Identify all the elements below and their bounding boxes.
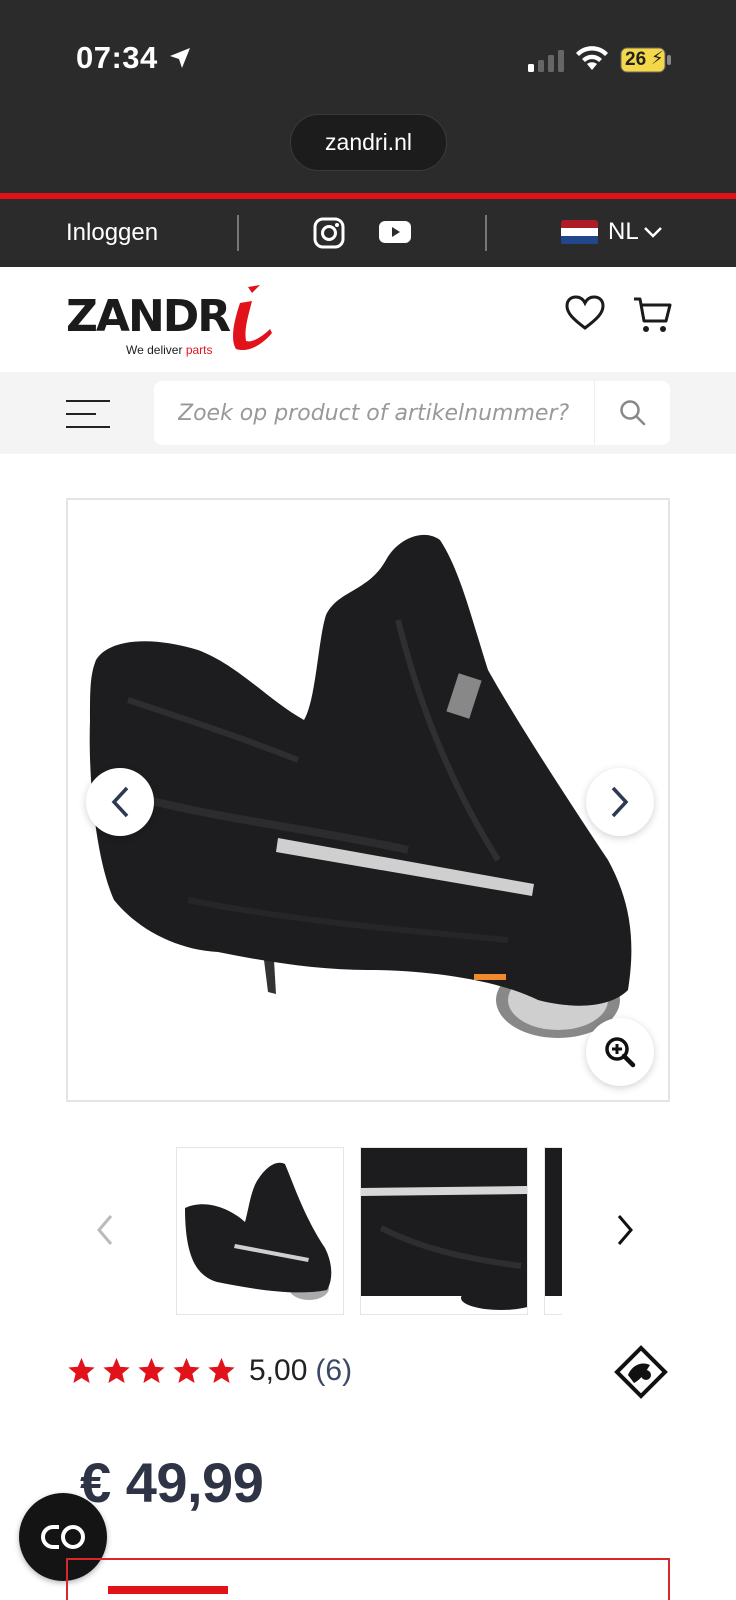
zandri-logo[interactable]: ZANDR We deliver parts	[66, 283, 276, 363]
cart-icon[interactable]	[632, 295, 672, 335]
language-label: NL	[608, 218, 639, 245]
gallery-next-button[interactable]	[586, 768, 654, 836]
logo-i-mark	[233, 285, 272, 351]
search-button[interactable]	[594, 381, 670, 445]
brand-logo-icon[interactable]	[612, 1343, 670, 1401]
thumbnail[interactable]	[360, 1147, 528, 1315]
battery-charging-icon: 26 ⚡	[620, 47, 672, 73]
scooter-cover-image	[89, 534, 632, 1038]
chevron-left-icon	[111, 786, 129, 818]
battery-level: 26	[625, 49, 647, 70]
product-main-image[interactable]	[66, 498, 670, 1102]
youtube-icon[interactable]	[379, 220, 411, 244]
zoom-button[interactable]	[586, 1018, 654, 1086]
logo-wordmark: ZANDR	[66, 291, 231, 342]
status-time: 07:34	[76, 40, 158, 75]
location-arrow-icon	[170, 48, 190, 68]
stock-text-cutoff	[108, 1586, 228, 1594]
star-icon	[103, 1357, 130, 1383]
url-text: zandri.nl	[325, 129, 412, 155]
divider	[237, 215, 239, 251]
cellular-signal-icon	[528, 50, 564, 72]
chevron-down-icon	[643, 227, 662, 238]
zoom-in-icon	[605, 1037, 636, 1068]
star-icon	[208, 1357, 235, 1383]
product-price: € 49,99	[80, 1451, 264, 1514]
top-utility-bar: Inloggen NL	[0, 199, 736, 267]
search-box	[154, 381, 670, 445]
thumbnail-image	[545, 1148, 562, 1296]
logo-tagline: We deliver parts	[126, 343, 213, 357]
thumb-next-chevron-icon[interactable]	[614, 1213, 636, 1247]
browser-chrome: 07:34 26 ⚡ zandri.nl	[0, 0, 736, 193]
product-rating[interactable]: 5,00 (6)	[66, 1354, 352, 1388]
star-rating	[66, 1356, 237, 1386]
flag-nl-icon	[561, 219, 598, 245]
menu-icon[interactable]	[66, 398, 110, 430]
heart-icon[interactable]	[565, 295, 605, 331]
wifi-icon	[576, 46, 608, 70]
review-count[interactable]: (6)	[315, 1354, 352, 1388]
search-input[interactable]	[154, 381, 594, 445]
gallery-prev-button[interactable]	[86, 768, 154, 836]
thumbnail-image	[361, 1148, 527, 1310]
chevron-right-icon	[611, 786, 629, 818]
star-icon	[173, 1357, 200, 1383]
star-icon	[138, 1357, 165, 1383]
login-link[interactable]: Inloggen	[66, 219, 158, 247]
chat-logo-icon	[41, 1525, 85, 1549]
stock-info-box	[66, 1558, 670, 1600]
search-row	[0, 372, 736, 454]
tagline-accent: parts	[185, 343, 213, 357]
star-icon	[68, 1357, 95, 1383]
rating-score: 5,00	[249, 1354, 308, 1387]
search-icon	[619, 400, 645, 426]
thumbnail-strip	[66, 1147, 670, 1315]
thumbnail[interactable]	[176, 1147, 344, 1315]
site-header: ZANDR We deliver parts	[0, 267, 736, 372]
thumbnail[interactable]	[544, 1147, 562, 1315]
charging-bolt-icon: ⚡	[651, 48, 664, 68]
thumbnail-image	[185, 1162, 332, 1300]
language-selector[interactable]: NL	[561, 218, 663, 246]
divider	[485, 215, 487, 251]
url-bar[interactable]: zandri.nl	[290, 114, 447, 171]
tagline-text: We deliver	[126, 343, 186, 357]
instagram-icon[interactable]	[312, 216, 346, 250]
thumb-prev-chevron-icon[interactable]	[94, 1213, 116, 1247]
